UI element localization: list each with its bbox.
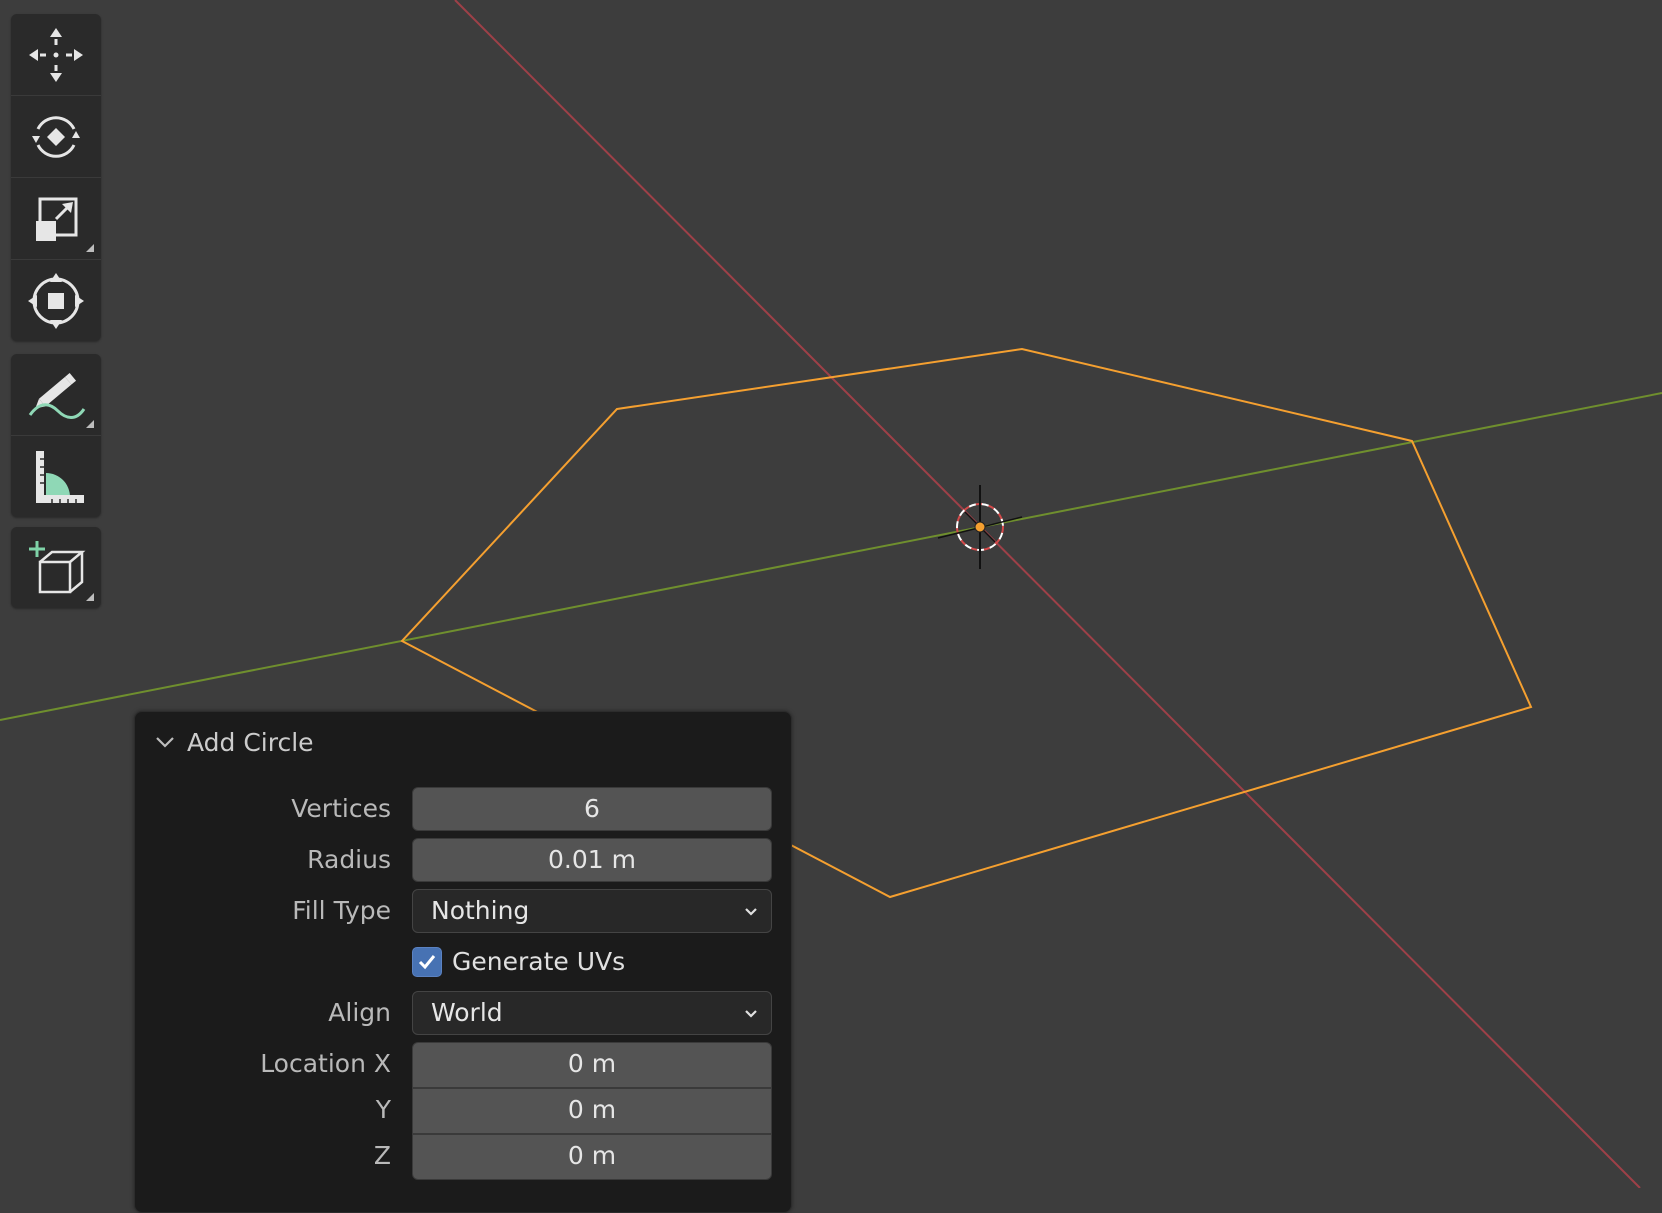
3d-viewport[interactable]: Add Circle Vertices 6 Radius 0.01 m Fill… [0, 0, 1662, 1213]
fill-type-dropdown[interactable]: Nothing [412, 889, 772, 933]
align-value: World [431, 998, 503, 1027]
align-label: Align [328, 998, 391, 1027]
location-y-field[interactable]: 0 m [412, 1088, 772, 1134]
tool-rotate[interactable] [11, 95, 101, 177]
radius-field[interactable]: 0.01 m [412, 838, 772, 882]
fill-type-label: Fill Type [292, 896, 391, 925]
move-icon [29, 27, 83, 82]
annotate-icon [28, 372, 86, 419]
vertices-row: Vertices 6 [135, 787, 791, 831]
radius-row: Radius 0.01 m [135, 838, 791, 882]
transform-icon [28, 272, 84, 329]
scale-icon [36, 197, 78, 241]
radius-label: Radius [307, 845, 391, 874]
vertices-label: Vertices [291, 794, 391, 823]
location-z-row: Z 0 m [135, 1134, 791, 1180]
align-row: Align World [135, 991, 791, 1035]
transform-toolbar [11, 14, 101, 341]
checkmark-icon [418, 955, 436, 970]
location-x-field[interactable]: 0 m [412, 1042, 772, 1088]
submenu-indicator [86, 420, 94, 428]
align-dropdown[interactable]: World [412, 991, 772, 1035]
fill-type-row: Fill Type Nothing [135, 889, 791, 933]
tool-measure[interactable] [11, 435, 101, 517]
panel-title: Add Circle [187, 727, 314, 757]
generate-uvs-row: Generate UVs [135, 940, 791, 984]
chevron-down-icon [745, 1010, 757, 1018]
add-circle-panel: Add Circle Vertices 6 Radius 0.01 m Fill… [134, 711, 792, 1213]
tool-annotate[interactable] [11, 354, 101, 435]
annotate-toolbar [11, 354, 101, 517]
tool-move[interactable] [11, 14, 101, 95]
generate-uvs-label[interactable]: Generate UVs [452, 940, 625, 984]
measure-icon [36, 450, 84, 503]
vertices-field[interactable]: 6 [412, 787, 772, 831]
submenu-indicator [86, 244, 94, 252]
chevron-down-icon [156, 737, 174, 748]
location-z-field[interactable]: 0 m [412, 1134, 772, 1180]
tool-scale[interactable] [11, 177, 101, 259]
location-y-label: Y [375, 1095, 391, 1124]
add-toolbar [11, 527, 101, 608]
generate-uvs-checkbox[interactable] [412, 947, 442, 977]
rotate-icon [32, 115, 80, 158]
location-x-row: Location X 0 m [135, 1042, 791, 1088]
chevron-down-icon [745, 908, 757, 916]
location-x-label: Location X [260, 1049, 391, 1078]
add-cube-icon [29, 540, 86, 593]
location-z-label: Z [373, 1141, 391, 1170]
tool-transform[interactable] [11, 259, 101, 341]
submenu-indicator [86, 593, 94, 601]
panel-header[interactable]: Add Circle [153, 722, 314, 762]
tool-add-cube[interactable] [11, 527, 101, 608]
fill-type-value: Nothing [431, 896, 530, 925]
location-y-row: Y 0 m [135, 1088, 791, 1134]
